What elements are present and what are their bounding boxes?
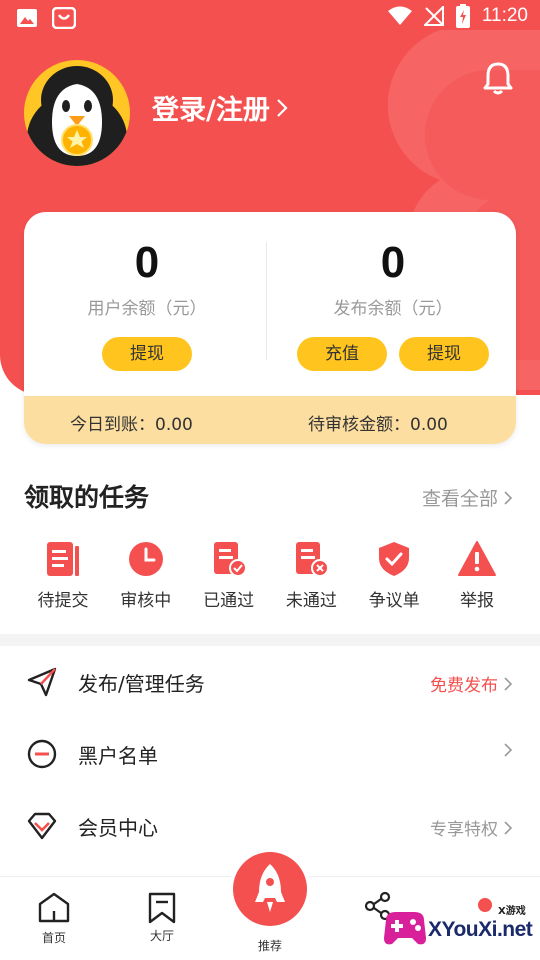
task-reviewing[interactable]: 审核中 <box>107 540 185 611</box>
tab-hall[interactable]: 大厅 <box>122 891 202 944</box>
pending-amount: 待审核金额：0.00 <box>308 415 448 435</box>
status-time: 11:20 <box>481 5 528 26</box>
chevron-right-icon <box>504 676 512 691</box>
notification-dot <box>478 898 492 912</box>
section-gap <box>0 634 540 646</box>
menu-label: 黑户名单 <box>78 744 158 768</box>
member-privilege-hint: 专享特权 <box>430 815 512 840</box>
home-icon <box>38 892 70 923</box>
task-approved[interactable]: 已通过 <box>190 540 268 611</box>
menu-arrow <box>504 743 512 757</box>
tab-label: 大厅 <box>149 929 174 943</box>
section-title: 领取的任务 <box>24 483 150 512</box>
clock-icon <box>128 542 163 576</box>
site-watermark: X游戏 XYouXi.net <box>380 896 540 956</box>
task-label: 待提交 <box>37 591 89 611</box>
login-register-link[interactable]: 登录/注册 <box>152 88 288 127</box>
chevron-right-icon <box>504 820 512 835</box>
paper-plane-icon <box>27 667 57 697</box>
task-label: 审核中 <box>120 591 172 611</box>
user-balance-value: 0 <box>134 238 160 287</box>
image-icon <box>17 9 37 27</box>
menu-extra: 专享特权 <box>430 820 498 840</box>
task-label: 举报 <box>459 591 494 611</box>
task-status-row: 待提交 审核中 已通过 未通过 争议单 举报 <box>24 540 516 611</box>
task-to-submit[interactable]: 待提交 <box>24 540 102 611</box>
avatar[interactable] <box>24 60 130 166</box>
gamepad-logo-icon <box>384 912 426 945</box>
wifi-icon <box>387 6 412 25</box>
earnings-strip: 今日到账：0.00 待审核金额：0.00 <box>24 396 516 444</box>
tab-label: 首页 <box>41 931 66 945</box>
task-label: 争议单 <box>368 591 420 611</box>
recharge-button[interactable]: 充值 <box>297 337 387 371</box>
tab-home[interactable]: 首页 <box>14 891 94 946</box>
task-dispute[interactable]: 争议单 <box>355 540 433 611</box>
task-report[interactable]: 举报 <box>438 540 516 611</box>
chevron-right-icon <box>277 98 288 117</box>
shopping-bag-icon <box>52 7 76 29</box>
user-balance: 0 用户余额（元） 提现 <box>24 212 270 396</box>
publish-balance-value: 0 <box>380 238 406 287</box>
see-all-link[interactable]: 查看全部 <box>422 484 512 511</box>
task-label: 已通过 <box>203 591 255 611</box>
watermark-text: XYouXi.net <box>428 918 533 941</box>
publish-balance-label: 发布余额（元） <box>333 299 453 319</box>
user-balance-label: 用户余额（元） <box>87 299 207 319</box>
menu-extra: 免费发布 <box>430 676 498 696</box>
recommend-rocket-button[interactable] <box>233 852 307 926</box>
doc-cross-icon <box>296 542 330 577</box>
no-signal-icon <box>423 6 444 26</box>
minus-circle-icon <box>27 739 57 769</box>
rocket-icon <box>255 864 285 912</box>
see-all-label: 查看全部 <box>421 488 498 510</box>
balance-card: 0 用户余额（元） 提现 0 发布余额（元） 充值 提现 今日到账：0.00 待… <box>24 212 516 444</box>
watermark-small-text: X游戏 <box>498 906 526 917</box>
today-received: 今日到账：0.00 <box>70 415 193 435</box>
free-publish-hint: 免费发布 <box>430 671 512 696</box>
publish-balance: 0 发布余额（元） 充值 提现 <box>270 212 516 396</box>
divider <box>266 242 267 360</box>
task-label: 未通过 <box>285 591 337 611</box>
menu-blacklist[interactable]: 黑户名单 <box>0 718 540 790</box>
bookmark-icon <box>148 892 176 924</box>
tab-recommend[interactable]: 推荐 <box>230 931 310 954</box>
document-icon <box>47 542 79 576</box>
menu-label: 会员中心 <box>78 816 158 840</box>
menu-publish-tasks[interactable]: 发布/管理任务 免费发布 <box>0 646 540 718</box>
bell-icon[interactable] <box>480 60 516 96</box>
penguin-avatar-icon <box>27 66 127 166</box>
battery-charging-icon <box>455 4 470 28</box>
login-register-label: 登录/注册 <box>152 95 270 126</box>
chevron-right-icon <box>504 490 512 505</box>
tab-label: 推荐 <box>257 939 282 953</box>
status-bar: 11:20 <box>0 0 540 36</box>
warning-icon <box>457 541 496 576</box>
publish-withdraw-button[interactable]: 提现 <box>399 337 489 371</box>
doc-check-icon <box>213 542 247 577</box>
user-withdraw-button[interactable]: 提现 <box>102 337 192 371</box>
chevron-right-icon <box>504 743 512 757</box>
shield-check-icon <box>379 542 410 576</box>
task-rejected[interactable]: 未通过 <box>272 540 350 611</box>
diamond-icon <box>27 812 57 840</box>
menu-label: 发布/管理任务 <box>78 672 205 696</box>
